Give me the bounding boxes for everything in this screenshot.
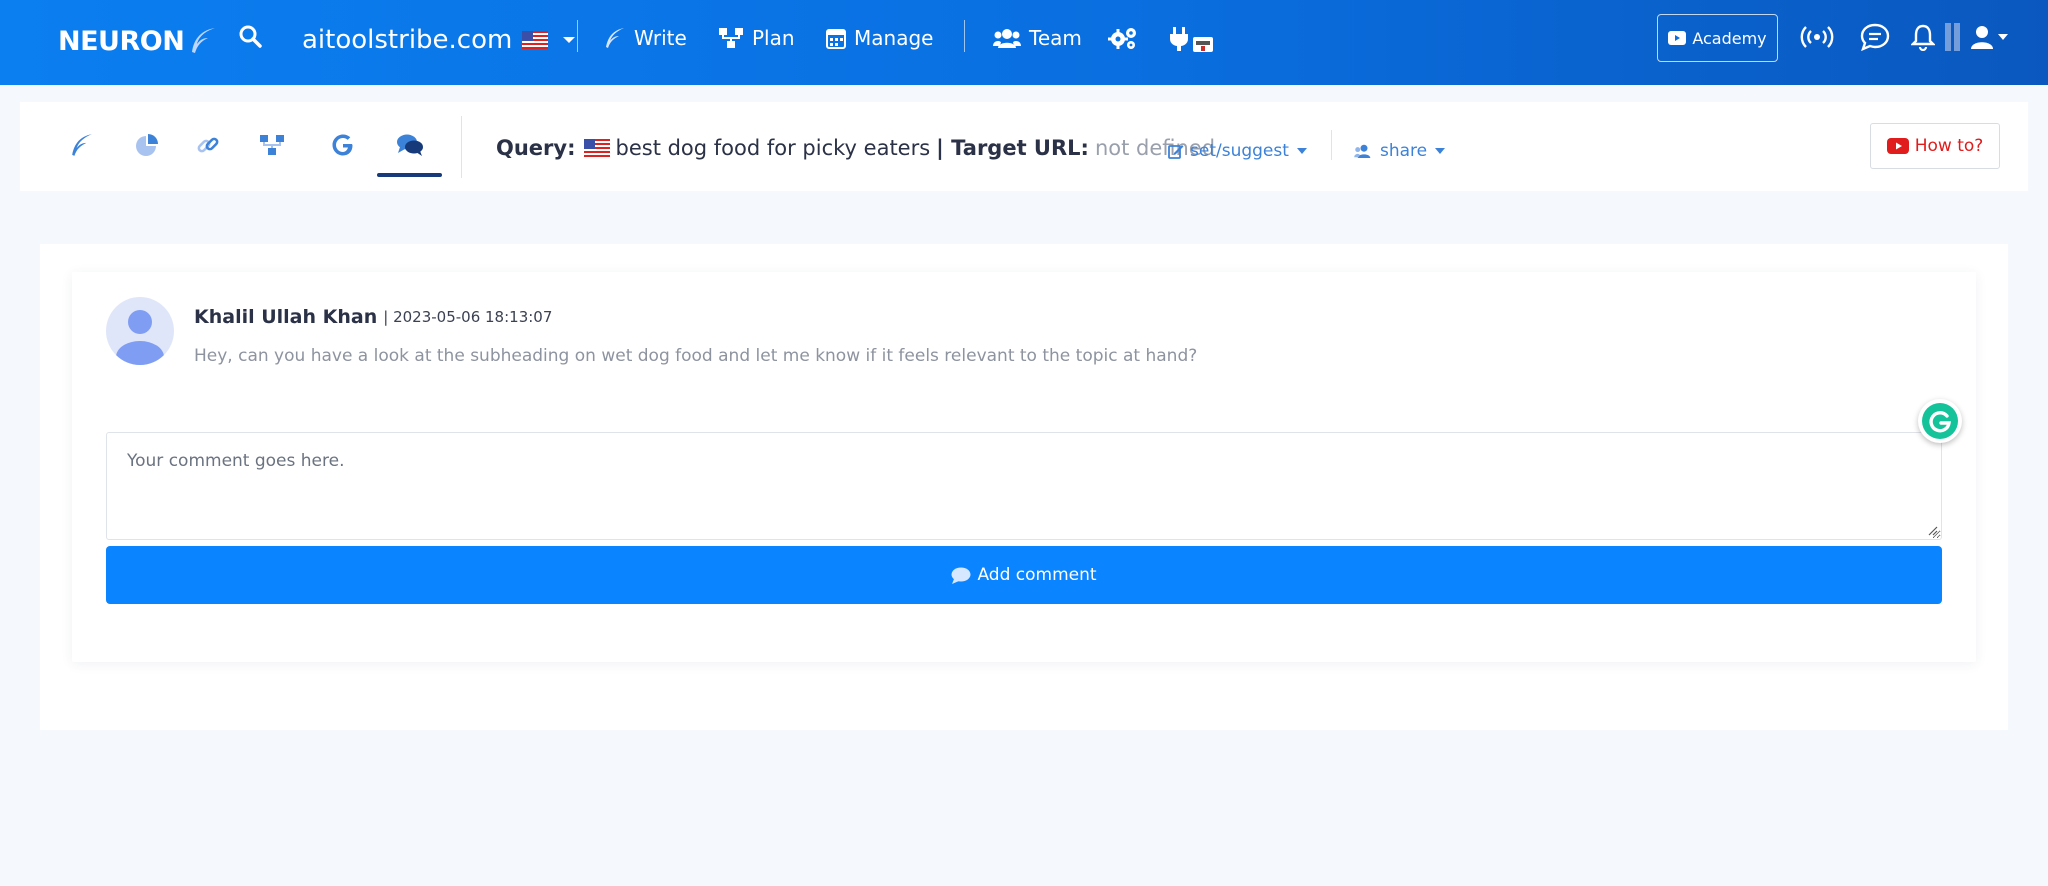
nav-divider xyxy=(964,20,965,52)
nav-divider xyxy=(577,20,578,52)
calendar-icon xyxy=(826,29,846,49)
user-icon xyxy=(1971,26,1993,49)
chevron-down-icon xyxy=(1296,148,1307,154)
plug-icon[interactable] xyxy=(1168,24,1214,54)
nav-plan-label: Plan xyxy=(752,26,795,50)
target-url-label: | Target URL: xyxy=(936,136,1089,160)
document-toolbar: Query: best dog food for picky eaters | … xyxy=(20,102,2028,191)
sitemap-icon xyxy=(719,28,743,48)
tab-links[interactable] xyxy=(193,130,223,160)
comment-timestamp: | 2023-05-06 18:13:07 xyxy=(383,308,553,326)
academy-label: Academy xyxy=(1692,28,1767,48)
user-icon xyxy=(116,310,164,365)
comment-input[interactable] xyxy=(106,432,1942,540)
nav-manage[interactable]: Manage xyxy=(826,18,933,58)
how-to-label: How to? xyxy=(1914,136,1984,156)
status-bars-icon xyxy=(1945,20,1961,54)
nav-team[interactable]: Team xyxy=(993,18,1082,58)
logo-text: NEURON xyxy=(58,25,185,57)
comment-header: Khalil Ullah Khan | 2023-05-06 18:13:07 xyxy=(194,304,552,330)
tab-insights[interactable] xyxy=(132,130,162,160)
chevron-down-icon xyxy=(1998,34,2008,40)
bell-icon[interactable] xyxy=(1911,20,1935,54)
query-label: Query: xyxy=(496,136,576,160)
tab-plan[interactable] xyxy=(257,130,287,160)
gears-icon[interactable] xyxy=(1108,24,1138,52)
feather-icon xyxy=(72,134,92,156)
pie-chart-icon xyxy=(136,134,158,156)
site-selector[interactable]: aitoolstribe.com xyxy=(302,20,576,60)
comments-icon xyxy=(397,134,423,156)
set-suggest-label: set/suggest xyxy=(1190,141,1289,161)
nav-team-label: Team xyxy=(1029,26,1082,50)
feather-logo-icon xyxy=(192,28,216,53)
flag-us-icon xyxy=(583,139,610,157)
site-name: aitoolstribe.com xyxy=(302,25,513,55)
toolbar-divider xyxy=(1331,130,1332,160)
query-value: best dog food for picky eaters xyxy=(615,136,931,160)
nav-write[interactable]: Write xyxy=(604,18,687,58)
share-dropdown[interactable]: share xyxy=(1354,136,1446,166)
nav-manage-label: Manage xyxy=(854,26,934,50)
set-suggest-dropdown[interactable]: set/suggest xyxy=(1168,136,1307,166)
comment-icon xyxy=(951,567,971,584)
chevron-down-icon xyxy=(1435,148,1446,154)
sitemap-icon xyxy=(260,135,284,155)
neuron-logo[interactable]: NEURON xyxy=(58,21,218,61)
academy-button[interactable]: Academy xyxy=(1657,14,1778,62)
google-icon xyxy=(332,134,353,156)
tab-comments[interactable] xyxy=(395,130,425,160)
youtube-icon xyxy=(1668,31,1687,45)
active-tab-indicator xyxy=(377,173,442,177)
tab-google[interactable] xyxy=(328,130,358,160)
flag-us-icon xyxy=(522,31,549,49)
how-to-button[interactable]: How to? xyxy=(1870,123,2000,169)
add-comment-label: Add comment xyxy=(977,565,1097,585)
users-icon xyxy=(993,29,1021,48)
grammarly-icon[interactable] xyxy=(1918,399,1962,443)
resize-handle-icon[interactable] xyxy=(1926,524,1938,536)
chevron-down-icon xyxy=(563,37,576,43)
nav-write-label: Write xyxy=(634,26,687,50)
comment-author: Khalil Ullah Khan xyxy=(194,306,378,328)
nav-plan[interactable]: Plan xyxy=(718,18,795,58)
youtube-icon xyxy=(1886,138,1909,154)
search-icon[interactable] xyxy=(238,22,262,50)
chat-icon[interactable] xyxy=(1860,20,1890,54)
broadcast-icon[interactable] xyxy=(1800,20,1834,54)
link-icon xyxy=(197,137,219,153)
tab-write[interactable] xyxy=(67,130,97,160)
edit-icon xyxy=(1168,145,1184,159)
users-icon xyxy=(1354,144,1371,158)
avatar xyxy=(106,297,174,365)
comment-body: Hey, can you have a look at the subheadi… xyxy=(194,346,1198,366)
user-menu[interactable] xyxy=(1970,20,2009,54)
feather-icon xyxy=(606,28,624,48)
share-label: share xyxy=(1380,141,1428,161)
query-info: Query: best dog food for picky eaters | … xyxy=(496,130,1215,166)
plugin-store-icon xyxy=(1193,37,1213,52)
toolbar-divider xyxy=(461,116,462,178)
top-navbar: NEURON aitoolstribe.com Write Plan Manag… xyxy=(0,0,2048,85)
add-comment-button[interactable]: Add comment xyxy=(106,546,1942,604)
